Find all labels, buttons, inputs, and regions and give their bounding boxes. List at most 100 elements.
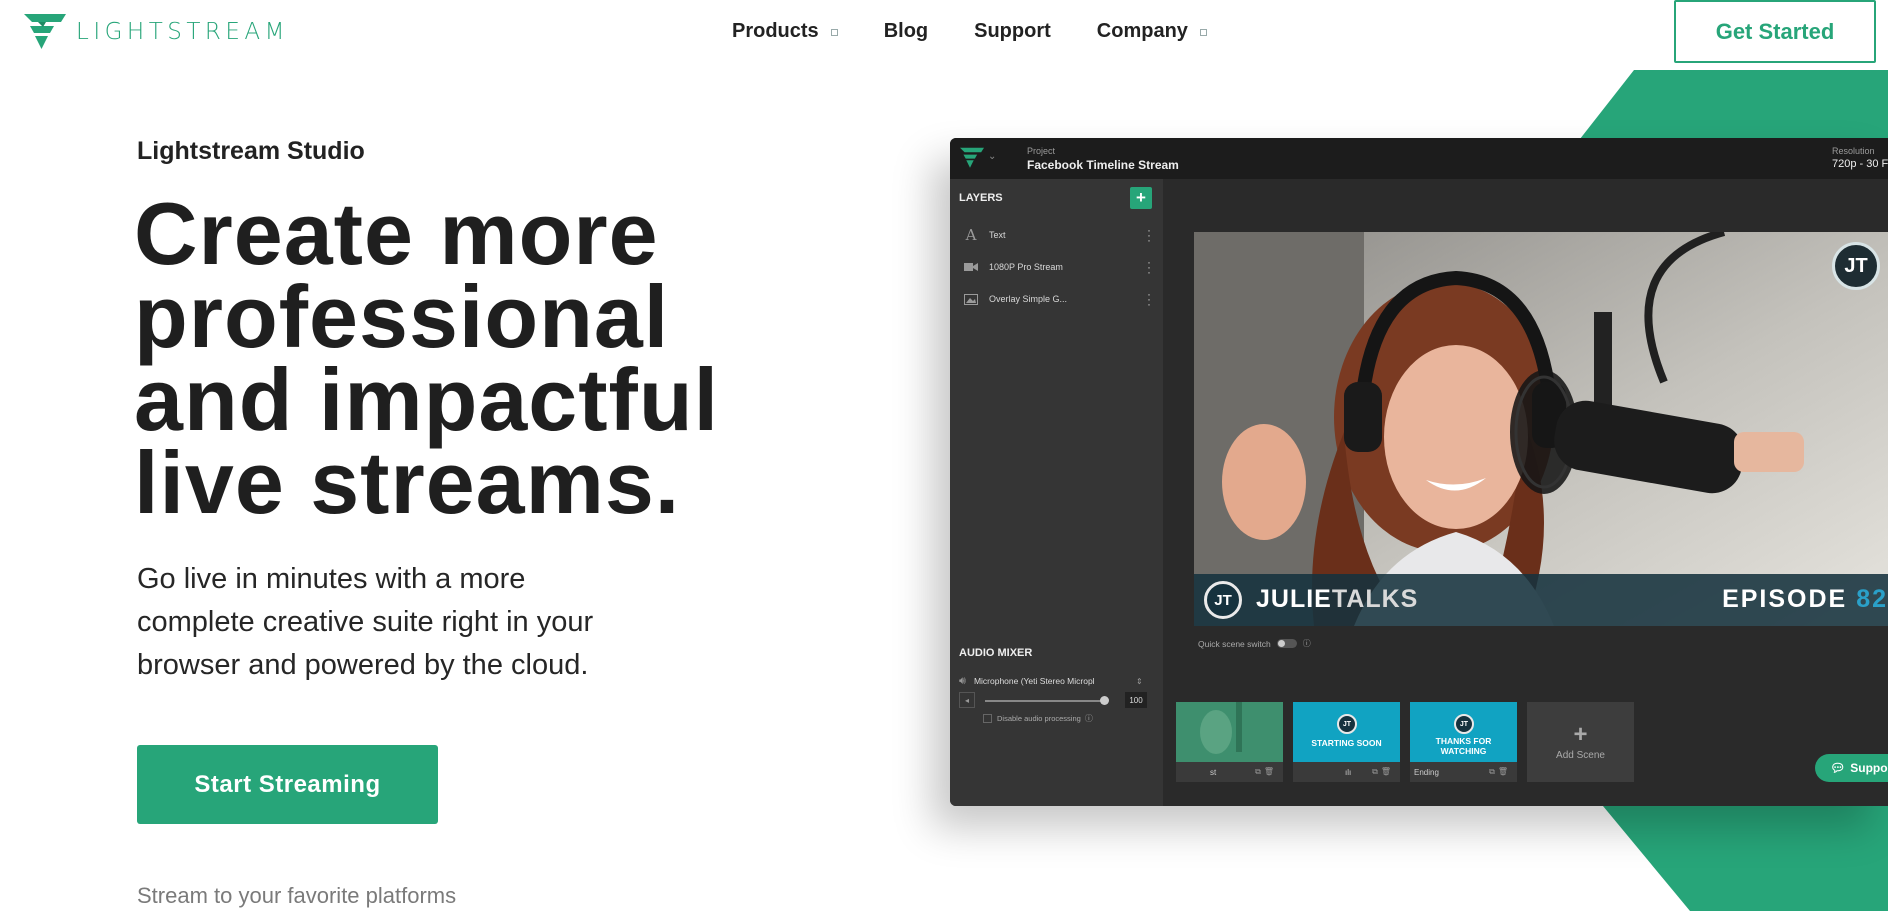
hero-subtext: Go live in minutes with a more complete … bbox=[137, 558, 697, 687]
volume-slider[interactable] bbox=[985, 700, 1105, 702]
studio-top-bar: ⌄ Project Facebook Timeline Stream Resol… bbox=[950, 138, 1888, 179]
scene-footer: Ending ⧉🗑︎ bbox=[1410, 762, 1517, 782]
quick-scene-switch: Quick scene switch ⓘ bbox=[1198, 638, 1311, 649]
headline-line: and impactful bbox=[134, 350, 720, 449]
hero-headline: Create more professional and impactful l… bbox=[134, 184, 854, 532]
nav-item-blog[interactable]: Blog bbox=[884, 20, 928, 43]
quick-switch-toggle[interactable] bbox=[1276, 639, 1297, 648]
layer-item[interactable]: 1080P Pro Stream · · · bbox=[950, 252, 1163, 282]
jt-logo-badge: JT bbox=[1832, 242, 1880, 290]
nav-item-label: Support bbox=[974, 20, 1051, 42]
layer-item[interactable]: A Text · · · bbox=[950, 220, 1163, 250]
scene-name: st bbox=[1210, 767, 1217, 777]
disable-audio-checkbox[interactable] bbox=[983, 714, 992, 723]
thumb-jt-logo: JT bbox=[1454, 714, 1474, 734]
nav-item-label: Company bbox=[1096, 20, 1188, 42]
scene-name: Ending bbox=[1414, 767, 1439, 777]
scene-list: st ⧉🗑︎ JT STARTING SOON ılı ⧉🗑︎ JT THANK… bbox=[1176, 702, 1634, 782]
image-icon bbox=[963, 292, 979, 306]
mute-button[interactable]: ◂ bbox=[959, 692, 975, 708]
more-options-icon[interactable]: · · · bbox=[1147, 224, 1151, 246]
lightstream-logo-icon[interactable] bbox=[960, 147, 984, 169]
support-chat-button[interactable]: 💬︎ Support bbox=[1815, 754, 1888, 782]
scene-thumbnail: JT STARTING SOON bbox=[1293, 702, 1400, 762]
lightstream-logo[interactable]: LIGHTSTREAM bbox=[24, 14, 289, 50]
chevron-down-icon[interactable]: ⌄ bbox=[988, 151, 996, 162]
studio-app-mockup: ⌄ Project Facebook Timeline Stream Resol… bbox=[950, 138, 1888, 806]
headline-line: professional bbox=[134, 267, 670, 366]
microphone-row: 🔊︎ Microphone (Yeti Stereo Micropl ⇕ bbox=[959, 673, 1159, 689]
nav-item-company[interactable]: Company bbox=[1097, 20, 1207, 43]
add-scene-label: Add Scene bbox=[1556, 749, 1605, 761]
nav-menu: Products Blog Support Company bbox=[732, 20, 1253, 43]
project-name[interactable]: Facebook Timeline Stream bbox=[1027, 158, 1179, 172]
platforms-caption: Stream to your favorite platforms bbox=[137, 883, 457, 908]
support-label: Support bbox=[1850, 761, 1888, 775]
scene-actions-icon[interactable]: ⧉🗑︎ bbox=[1489, 767, 1511, 777]
layer-item[interactable]: Overlay Simple G... · · · bbox=[950, 284, 1163, 314]
show-name-light: TALKS bbox=[1331, 585, 1419, 613]
scene-card[interactable]: JT THANKS FOR WATCHING Ending ⧉🗑︎ bbox=[1410, 702, 1517, 782]
more-options-icon[interactable]: · · · bbox=[1147, 288, 1151, 310]
select-arrows-icon[interactable]: ⇕ bbox=[1136, 677, 1143, 686]
stream-preview-canvas[interactable]: JT JT JULIETALKS EPISODE 82 bbox=[1194, 232, 1888, 626]
add-layer-button[interactable]: + bbox=[1130, 187, 1152, 209]
nav-item-support[interactable]: Support bbox=[974, 20, 1051, 43]
get-started-button[interactable]: Get Started bbox=[1674, 0, 1876, 63]
resolution-value[interactable]: 720p - 30 FPS bbox=[1832, 158, 1888, 170]
dropdown-icon bbox=[830, 29, 838, 36]
scene-card[interactable]: st ⧉🗑︎ bbox=[1176, 702, 1283, 782]
headline-line: Create more bbox=[134, 184, 659, 283]
streamer-photo bbox=[1194, 232, 1888, 626]
chat-bubble-icon: 💬︎ bbox=[1830, 761, 1846, 775]
scene-name: ılı bbox=[1345, 767, 1352, 777]
subtext-line: browser and powered by the cloud. bbox=[137, 649, 589, 681]
episode-label: EPISODE 82 bbox=[1722, 585, 1888, 614]
lower-third-initials: JT bbox=[1204, 581, 1242, 619]
nav-item-label: Products bbox=[732, 20, 819, 42]
studio-sidebar: LAYERS + A Text · · · 1080P Pro Stream · · ·… bbox=[950, 179, 1163, 806]
add-scene-button[interactable]: + Add Scene bbox=[1527, 702, 1634, 782]
start-streaming-button[interactable]: Start Streaming bbox=[137, 745, 438, 824]
info-icon[interactable]: ⓘ bbox=[1303, 638, 1311, 649]
scene-thumb-text: THANKS FOR WATCHING bbox=[1435, 736, 1492, 756]
episode-number: 82 bbox=[1856, 585, 1888, 613]
dropdown-icon bbox=[1199, 29, 1207, 36]
volume-value[interactable]: 100 bbox=[1125, 692, 1147, 708]
layer-name: 1080P Pro Stream bbox=[989, 262, 1063, 272]
text-icon: A bbox=[965, 226, 977, 244]
audio-mixer-title: AUDIO MIXER bbox=[959, 647, 1033, 659]
resolution-label: Resolution bbox=[1832, 146, 1875, 156]
plus-icon: + bbox=[1573, 720, 1588, 748]
episode-text: EPISODE bbox=[1722, 585, 1848, 613]
speaker-icon[interactable]: 🔊︎ bbox=[959, 675, 966, 688]
show-name-bold: JULIE bbox=[1256, 585, 1332, 613]
brand-name: LIGHTSTREAM bbox=[76, 19, 290, 45]
show-name: JULIETALKS bbox=[1256, 585, 1418, 614]
more-options-icon[interactable]: · · · bbox=[1147, 256, 1151, 278]
scene-card[interactable]: JT STARTING SOON ılı ⧉🗑︎ bbox=[1293, 702, 1400, 782]
top-navigation: LIGHTSTREAM Products Blog Support Compan… bbox=[0, 0, 1888, 64]
scene-actions-icon[interactable]: ⧉🗑︎ bbox=[1372, 767, 1394, 777]
project-label: Project bbox=[1027, 146, 1056, 156]
microphone-select[interactable]: Microphone (Yeti Stereo Micropl bbox=[974, 676, 1134, 686]
nav-item-products[interactable]: Products bbox=[732, 20, 838, 43]
info-icon[interactable]: ⓘ bbox=[1085, 713, 1093, 724]
thumb-jt-logo: JT bbox=[1337, 714, 1357, 734]
lower-third-overlay: JT JULIETALKS EPISODE 82 bbox=[1194, 574, 1888, 626]
scene-actions-icon[interactable]: ⧉🗑︎ bbox=[1255, 767, 1277, 777]
scene-thumbnail: JT THANKS FOR WATCHING bbox=[1410, 702, 1517, 762]
product-eyebrow: Lightstream Studio bbox=[137, 137, 365, 165]
scene-thumb-text: STARTING SOON bbox=[1311, 738, 1382, 748]
lightstream-logo-icon bbox=[24, 14, 66, 49]
headline-line: live streams. bbox=[134, 433, 681, 532]
nav-item-label: Blog bbox=[883, 20, 929, 42]
subtext-line: Go live in minutes with a more bbox=[137, 563, 526, 595]
disable-audio-processing-row: Disable audio processing ⓘ bbox=[983, 713, 1093, 724]
volume-slider-thumb[interactable] bbox=[1100, 696, 1109, 705]
subtext-line: complete creative suite right in your bbox=[137, 606, 594, 638]
layer-name: Text bbox=[989, 230, 1006, 240]
scene-footer: st ⧉🗑︎ bbox=[1176, 762, 1283, 782]
volume-row: ◂ 100 bbox=[959, 692, 1159, 710]
scene-footer: ılı ⧉🗑︎ bbox=[1293, 762, 1400, 782]
